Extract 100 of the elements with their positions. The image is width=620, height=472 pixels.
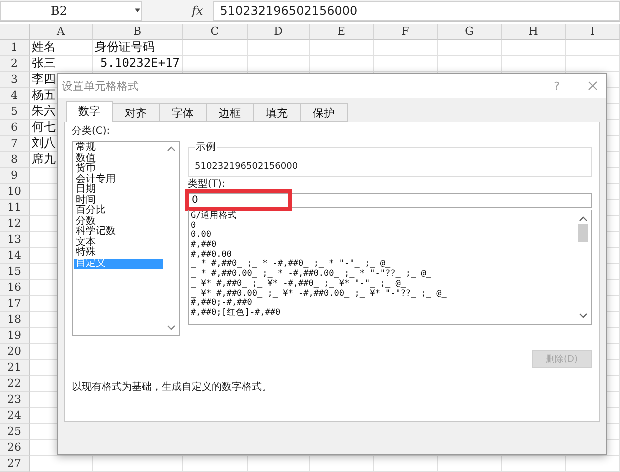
formula-field[interactable]: 510232196502156000 [213, 0, 620, 20]
row-header[interactable]: 7 [0, 136, 30, 152]
table-cell[interactable] [183, 456, 248, 472]
category-item[interactable]: 常规 [74, 143, 163, 154]
table-cell[interactable] [310, 456, 374, 472]
table-cell[interactable] [93, 456, 183, 472]
column-header[interactable]: E [310, 24, 374, 40]
insert-function-button[interactable]: fx [192, 4, 204, 18]
category-item[interactable]: 文本 [74, 238, 163, 248]
table-cell[interactable] [566, 40, 620, 56]
category-item[interactable]: 科学记数 [74, 227, 163, 238]
select-all-corner[interactable] [0, 24, 30, 40]
row-header[interactable]: 21 [0, 360, 30, 376]
column-header[interactable]: B [93, 24, 183, 40]
category-item[interactable]: 货币 [74, 164, 163, 174]
category-item[interactable]: 百分比 [74, 206, 163, 216]
format-item[interactable]: _ * #,##0_ ;_ * -#,##0_ ;_ * "-"_ ;_ @_ [191, 260, 573, 270]
table-cell[interactable] [566, 456, 620, 472]
row-header[interactable]: 10 [0, 184, 30, 200]
name-box[interactable]: B2 [0, 0, 142, 20]
table-cell[interactable] [183, 56, 248, 72]
row-header[interactable]: 2 [0, 56, 30, 72]
scroll-thumb[interactable] [578, 224, 588, 242]
table-cell[interactable] [310, 40, 374, 56]
row-header[interactable]: 25 [0, 424, 30, 440]
row-header[interactable]: 19 [0, 328, 30, 344]
column-header[interactable]: C [183, 24, 248, 40]
table-cell[interactable]: 姓名 [30, 40, 93, 56]
tab[interactable]: 边框 [206, 103, 254, 122]
format-item[interactable]: #,##0 [191, 241, 573, 251]
type-field[interactable]: 0 [188, 193, 592, 208]
scroll-up-icon[interactable] [578, 216, 588, 222]
category-item[interactable]: 分数 [74, 216, 163, 227]
table-cell[interactable]: 5.10232E+17 [93, 56, 183, 72]
row-header[interactable]: 24 [0, 408, 30, 424]
table-cell[interactable] [374, 456, 438, 472]
table-cell[interactable] [374, 40, 438, 56]
format-item[interactable]: _ ¥* #,##0.00_ ;_ ¥* -#,##0.00_ ;_ ¥* "-"??_ ;_ @_ [191, 290, 573, 300]
format-item[interactable]: _ * #,##0.00_ ;_ * -#,##0.00_ ;_ * "-"??_ ;_ @_ [191, 270, 573, 280]
table-cell[interactable] [30, 456, 93, 472]
column-header[interactable]: F [374, 24, 438, 40]
format-item[interactable]: #,##0;-#,##0 [191, 299, 573, 309]
column-header[interactable]: H [502, 24, 566, 40]
scroll-up-icon[interactable] [167, 146, 176, 152]
tab[interactable]: 填充 [253, 103, 301, 122]
format-item[interactable]: 0.00 [191, 231, 573, 242]
row-header[interactable]: 5 [0, 104, 30, 120]
row-header[interactable]: 1 [0, 40, 30, 56]
row-header[interactable]: 13 [0, 232, 30, 248]
table-cell[interactable] [310, 56, 374, 72]
table-cell[interactable] [566, 56, 620, 72]
table-cell[interactable]: 身份证号码 [93, 40, 183, 56]
row-header[interactable]: 14 [0, 248, 30, 264]
table-cell[interactable]: 张三 [30, 56, 93, 72]
row-header[interactable]: 16 [0, 280, 30, 296]
column-header[interactable]: I [566, 24, 620, 40]
format-item[interactable]: #,##0.00 [191, 250, 573, 260]
category-item[interactable]: 会计专用 [74, 174, 163, 185]
table-cell[interactable] [183, 40, 248, 56]
table-cell[interactable] [248, 456, 310, 472]
tab[interactable]: 数字 [66, 101, 113, 122]
table-cell[interactable] [438, 40, 502, 56]
row-header[interactable]: 6 [0, 120, 30, 136]
tab[interactable]: 字体 [159, 103, 207, 122]
dropdown-caret-icon[interactable] [135, 8, 141, 13]
row-header[interactable]: 8 [0, 152, 30, 168]
category-item[interactable]: 日期 [74, 185, 163, 196]
row-header[interactable]: 15 [0, 264, 30, 280]
table-cell[interactable] [502, 456, 566, 472]
row-header[interactable]: 11 [0, 200, 30, 216]
row-header[interactable]: 23 [0, 392, 30, 408]
row-header[interactable]: 4 [0, 88, 30, 104]
category-item[interactable]: 时间 [74, 196, 163, 206]
row-header[interactable]: 12 [0, 216, 30, 232]
row-header[interactable]: 26 [0, 440, 30, 456]
format-item[interactable]: 0 [191, 222, 573, 232]
column-header[interactable]: A [30, 24, 93, 40]
scroll-down-icon[interactable] [578, 313, 588, 319]
row-header[interactable]: 17 [0, 296, 30, 312]
row-header[interactable]: 9 [0, 168, 30, 184]
format-item[interactable]: #,##0;[红色]-#,##0 [191, 308, 573, 319]
row-header[interactable]: 20 [0, 344, 30, 360]
row-header[interactable]: 22 [0, 376, 30, 392]
table-cell[interactable] [502, 40, 566, 56]
table-cell[interactable] [248, 56, 310, 72]
table-cell[interactable] [438, 56, 502, 72]
table-cell[interactable] [502, 56, 566, 72]
category-item[interactable]: 数值 [74, 154, 163, 164]
table-cell[interactable] [374, 56, 438, 72]
tab[interactable]: 保护 [300, 103, 348, 122]
format-item[interactable]: _ ¥* #,##0_ ;_ ¥* -#,##0_ ;_ ¥* "-"_ ;_ @_ [191, 280, 573, 290]
table-cell[interactable] [248, 40, 310, 56]
format-list[interactable] [188, 210, 592, 325]
scroll-down-icon[interactable] [167, 325, 176, 331]
row-header[interactable]: 27 [0, 456, 30, 472]
row-header[interactable]: 3 [0, 72, 30, 88]
column-header[interactable]: G [438, 24, 502, 40]
row-header[interactable]: 18 [0, 312, 30, 328]
column-header[interactable]: D [248, 24, 310, 40]
table-cell[interactable] [438, 456, 502, 472]
